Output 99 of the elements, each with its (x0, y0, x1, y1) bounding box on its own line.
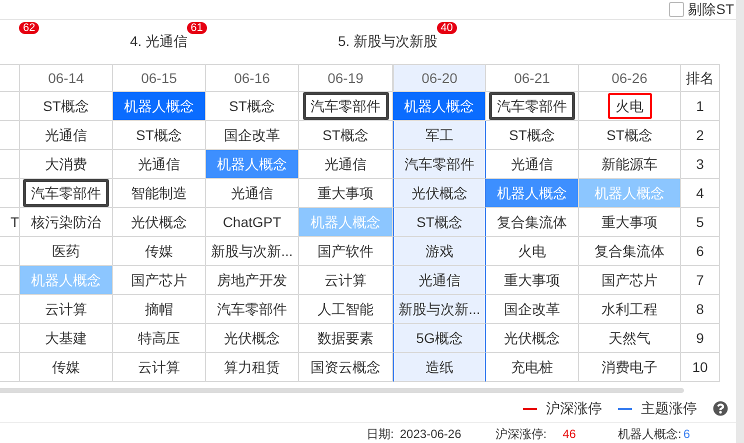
theme-title[interactable]: 4. 光通信 (130, 32, 188, 50)
rank-cell: 2 (681, 121, 720, 150)
table-cell: 机器人概念 (393, 92, 486, 121)
theme-label: 机器人概念: (618, 426, 682, 443)
table-cell: 新股与次新... (393, 295, 486, 324)
table-cell (0, 92, 20, 121)
theme-count: 6 (683, 426, 690, 443)
rank-cell: 5 (681, 208, 720, 237)
table-cell: 光通信 (20, 121, 113, 150)
table-cell: 大基建 (20, 324, 113, 353)
rank-header: 排名 (681, 64, 720, 92)
table-cell: 传媒 (20, 353, 113, 382)
scrollbar[interactable] (736, 0, 744, 443)
date-header[interactable]: 06-14 (20, 64, 113, 92)
table-cell: 汽车零部件 (206, 295, 299, 324)
table-cell: 天然气 (579, 324, 681, 353)
table-cell: 机器人概念 (20, 266, 113, 295)
table-cell (0, 324, 20, 353)
table-cell: 游戏 (393, 237, 486, 266)
table-cell: 重大事项 (486, 266, 579, 295)
table-cell: ST概念 (486, 121, 579, 150)
table-cell: 新股与次新... (206, 237, 299, 266)
count-badge: 40 (436, 22, 457, 34)
table-cell: 国企改革 (486, 295, 579, 324)
table-cell: 复合集流体 (579, 237, 681, 266)
table-cell (0, 64, 20, 92)
outlined-cell-text: 火电 (608, 93, 652, 119)
table-cell: 光通信 (393, 266, 486, 295)
help-icon[interactable] (713, 401, 728, 416)
table-cell: ST概念 (579, 121, 681, 150)
table-cell: 机器人概念 (486, 179, 579, 208)
outlined-cell-text: 汽车零部件 (302, 92, 388, 120)
theme-title[interactable]: 5. 新股与次新股 (338, 32, 438, 50)
table-cell: 摘帽 (113, 295, 206, 324)
rank-cell: 7 (681, 266, 720, 295)
table-cell: 国产芯片 (579, 266, 681, 295)
rank-cell: 9 (681, 324, 720, 353)
market-count: 46 (562, 426, 576, 443)
table-cell: 军工 (393, 121, 486, 150)
date-header[interactable]: 06-26 (579, 64, 681, 92)
table-cell: 火电 (486, 237, 579, 266)
table-cell (0, 150, 20, 179)
rank-cell: 3 (681, 150, 720, 179)
rank-cell: 10 (681, 353, 720, 382)
date-header[interactable]: 06-21 (486, 64, 579, 92)
checkbox-box[interactable] (669, 2, 684, 17)
table-cell: 国产芯片 (113, 266, 206, 295)
market-label: 沪深涨停: (495, 426, 547, 443)
table-cell: 光伏概念 (486, 324, 579, 353)
table-cell: 特高压 (113, 324, 206, 353)
table-cell: ST概念 (393, 208, 486, 237)
table-cell: 光伏概念 (206, 324, 299, 353)
count-badge: 61 (186, 22, 207, 34)
table-cell: 汽车零部件 (393, 150, 486, 179)
table-cell: 核污染防治 (20, 208, 113, 237)
table-cell: 充电桩 (486, 353, 579, 382)
table-cell: 消费电子 (579, 353, 681, 382)
outlined-cell-text: 汽车零部件 (23, 179, 109, 207)
count-badge: 62 (19, 22, 40, 34)
table-cell (0, 295, 20, 324)
rank-cell: 8 (681, 295, 720, 324)
table-cell: 机器人概念 (206, 150, 299, 179)
table-cell: 水利工程 (579, 295, 681, 324)
legend-label: 沪深涨停 (546, 399, 602, 418)
table-cell: 造纸 (393, 353, 486, 382)
table-cell: T (0, 208, 20, 237)
horizontal-scrollbar[interactable] (0, 388, 684, 393)
table-cell: 大消费 (20, 150, 113, 179)
table-cell: 光伏概念 (393, 179, 486, 208)
table-cell: 机器人概念 (113, 92, 206, 121)
table-cell: 云计算 (20, 295, 113, 324)
table-cell (0, 237, 20, 266)
table-cell: 机器人概念 (299, 208, 393, 237)
rank-cell: 6 (681, 237, 720, 266)
checkbox-label: 剔除ST (688, 0, 734, 19)
date-header[interactable]: 06-20 (393, 64, 486, 92)
exclude-st-checkbox[interactable]: 剔除ST (669, 0, 734, 20)
rank-cell: 4 (681, 179, 720, 208)
legend-label: 主题涨停 (641, 399, 697, 418)
table-cell: 5G概念 (393, 324, 486, 353)
table-cell: 云计算 (113, 353, 206, 382)
date-header[interactable]: 06-16 (206, 64, 299, 92)
table-cell (0, 121, 20, 150)
table-cell: 房地产开发 (206, 266, 299, 295)
table-cell: 光通信 (206, 179, 299, 208)
table-cell (0, 353, 20, 382)
table-cell: ST概念 (206, 92, 299, 121)
date-value: 2023-06-26 (400, 426, 462, 443)
table-cell: 算力租赁 (206, 353, 299, 382)
table-cell: 复合集流体 (486, 208, 579, 237)
rank-cell: 1 (681, 92, 720, 121)
table-cell: 传媒 (113, 237, 206, 266)
table-cell: 重大事项 (579, 208, 681, 237)
table-cell: ST概念 (113, 121, 206, 150)
table-cell: 智能制造 (113, 179, 206, 208)
table-cell: 光伏概念 (113, 208, 206, 237)
outlined-cell-text: 汽车零部件 (489, 92, 575, 120)
date-label: 日期: (366, 426, 394, 443)
table-cell: 机器人概念 (579, 179, 681, 208)
